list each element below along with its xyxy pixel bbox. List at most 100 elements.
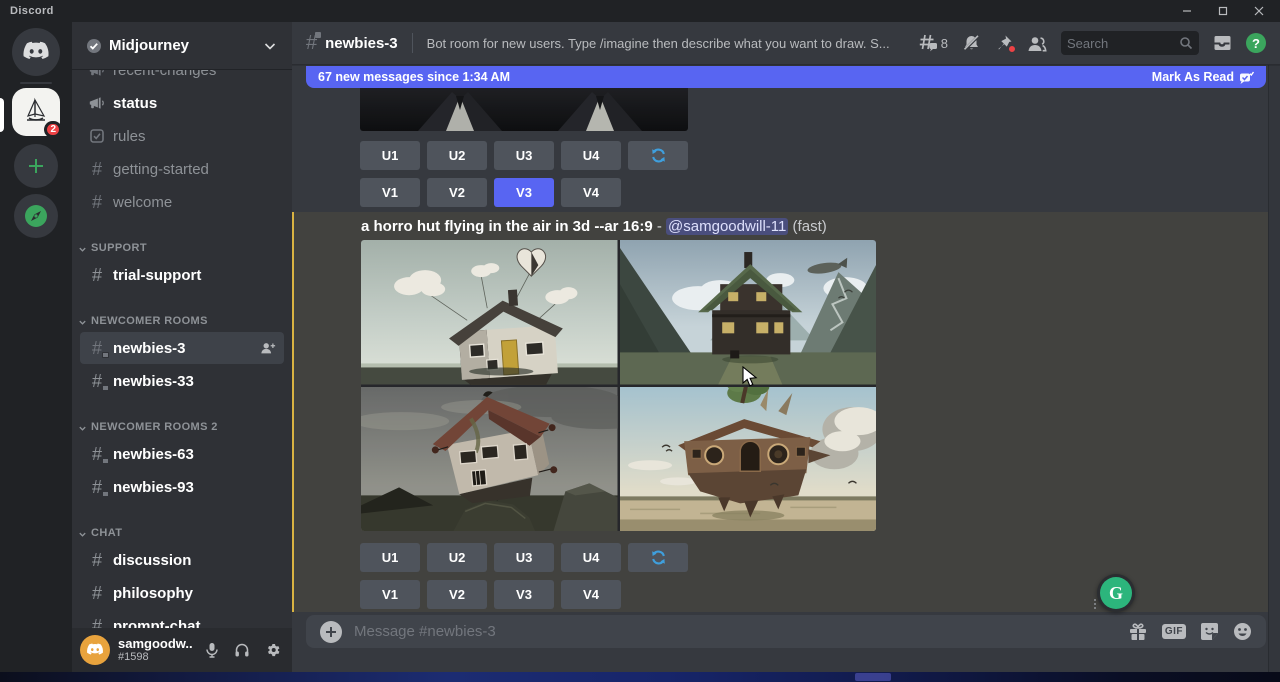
search-placeholder: Search xyxy=(1067,36,1179,51)
channel-label: newbies-63 xyxy=(113,446,276,463)
plus-icon xyxy=(26,156,46,176)
question-mark-icon: ? xyxy=(1252,36,1260,51)
generated-image-2[interactable] xyxy=(620,240,877,385)
channel-topic[interactable]: Bot room for new users. Type /imagine th… xyxy=(427,36,910,51)
reroll-button[interactable] xyxy=(628,141,688,170)
background-window-segment xyxy=(855,673,891,681)
channel-discussion[interactable]: # discussion xyxy=(80,544,284,576)
discord-home-button[interactable] xyxy=(12,28,60,76)
u4-button[interactable]: U4 xyxy=(561,141,621,170)
window-close-button[interactable] xyxy=(1246,2,1272,20)
user-area: samgoodw... #1598 xyxy=(72,628,292,672)
chevron-down-icon xyxy=(78,530,87,539)
v1-button[interactable]: V1 xyxy=(360,580,420,609)
mute-microphone-button[interactable] xyxy=(200,638,224,662)
hash-icon: # xyxy=(88,550,106,571)
user-settings-button[interactable] xyxy=(260,638,284,662)
category-chat[interactable]: CHAT xyxy=(72,519,292,543)
hash-icon: # xyxy=(88,192,106,213)
channel-trial-support[interactable]: # trial-support xyxy=(80,259,284,291)
reroll-button[interactable] xyxy=(628,543,688,572)
hash-badge-icon: # xyxy=(88,477,106,498)
previous-generated-image[interactable] xyxy=(360,88,688,131)
mark-as-read-button[interactable]: Mark As Read xyxy=(1152,70,1254,84)
u3-button[interactable]: U3 xyxy=(494,141,554,170)
emoji-picker-button[interactable] xyxy=(1233,622,1252,641)
v3-button[interactable]: V3 xyxy=(494,580,554,609)
message-content: a horro hut flying in the air in 3d --ar… xyxy=(361,218,827,235)
compass-icon xyxy=(23,203,49,229)
channel-status[interactable]: status xyxy=(80,87,284,119)
generated-image-grid[interactable] xyxy=(361,240,876,531)
server-header[interactable]: Midjourney xyxy=(72,22,292,70)
generation-mode: (fast) xyxy=(788,218,826,235)
grammarly-widget[interactable]: G xyxy=(1097,574,1135,612)
user-mention[interactable]: @samgoodwill-11 xyxy=(666,218,788,235)
v3-button-selected[interactable]: V3 xyxy=(494,178,554,207)
invite-members-icon[interactable] xyxy=(260,341,276,355)
new-messages-banner[interactable]: 67 new messages since 1:34 AM Mark As Re… xyxy=(306,66,1266,88)
category-newcomer-rooms[interactable]: NEWCOMER ROOMS xyxy=(72,307,292,331)
add-server-button[interactable] xyxy=(14,144,58,188)
hash-icon: # xyxy=(88,265,106,286)
pinned-messages-button[interactable] xyxy=(995,34,1013,52)
grammarly-drag-handle[interactable] xyxy=(1094,599,1096,610)
user-avatar[interactable] xyxy=(80,635,110,665)
midjourney-server-button[interactable]: 2 xyxy=(12,88,60,136)
channel-label: newbies-3 xyxy=(113,340,253,357)
message-composer[interactable]: Message #newbies-3 GIF xyxy=(306,615,1266,648)
v4-button[interactable]: V4 xyxy=(561,580,621,609)
search-input[interactable]: Search xyxy=(1061,31,1199,55)
channel-welcome[interactable]: # welcome xyxy=(80,186,284,218)
window-minimize-button[interactable] xyxy=(1174,2,1200,20)
u1-button[interactable]: U1 xyxy=(360,141,420,170)
channel-newbies-3[interactable]: # newbies-3 xyxy=(80,332,284,364)
window-maximize-button[interactable] xyxy=(1210,2,1236,20)
category-support[interactable]: SUPPORT xyxy=(72,234,292,258)
help-button[interactable]: ? xyxy=(1246,33,1266,53)
user-identity[interactable]: samgoodw... #1598 xyxy=(118,637,192,663)
generated-image-4[interactable] xyxy=(620,387,877,532)
v1-button[interactable]: V1 xyxy=(360,178,420,207)
v2-button[interactable]: V2 xyxy=(427,580,487,609)
u2-button[interactable]: U2 xyxy=(427,141,487,170)
channel-prompt-chat[interactable]: # prompt-chat xyxy=(80,610,284,628)
channel-rules[interactable]: rules xyxy=(80,120,284,152)
gif-picker-button[interactable]: GIF xyxy=(1162,624,1186,639)
u2-button[interactable]: U2 xyxy=(427,543,487,572)
hash-icon: # xyxy=(88,583,106,604)
inbox-button[interactable] xyxy=(1213,34,1232,52)
background-window-strip xyxy=(0,672,1280,682)
u1-button[interactable]: U1 xyxy=(360,543,420,572)
plus-icon xyxy=(325,626,337,638)
generated-image-3[interactable] xyxy=(361,387,618,532)
channel-label: newbies-93 xyxy=(113,479,276,496)
explore-servers-button[interactable] xyxy=(14,194,58,238)
refresh-icon xyxy=(650,147,667,164)
channel-philosophy[interactable]: # philosophy xyxy=(80,577,284,609)
category-label: SUPPORT xyxy=(91,242,147,254)
channel-newbies-63[interactable]: # newbies-63 xyxy=(80,438,284,470)
chevron-down-icon xyxy=(78,318,87,327)
channel-list[interactable]: recent-changes status rules # getting-st… xyxy=(72,70,292,628)
channel-recent-changes[interactable]: recent-changes xyxy=(80,70,284,86)
chat-scrollbar[interactable] xyxy=(1268,65,1280,672)
u3-button[interactable]: U3 xyxy=(494,543,554,572)
notification-settings-button[interactable] xyxy=(962,34,981,52)
channel-newbies-93[interactable]: # newbies-93 xyxy=(80,471,284,503)
attach-file-button[interactable] xyxy=(320,621,342,643)
threads-button[interactable]: 8 xyxy=(918,34,948,52)
gift-button[interactable] xyxy=(1128,623,1148,641)
v2-button[interactable]: V2 xyxy=(427,178,487,207)
category-label: CHAT xyxy=(91,527,122,539)
channel-newbies-33[interactable]: # newbies-33 xyxy=(80,365,284,397)
channel-getting-started[interactable]: # getting-started xyxy=(80,153,284,185)
u4-button[interactable]: U4 xyxy=(561,543,621,572)
message-input[interactable]: Message #newbies-3 xyxy=(354,623,1116,640)
deafen-button[interactable] xyxy=(230,638,254,662)
v4-button[interactable]: V4 xyxy=(561,178,621,207)
member-list-button[interactable] xyxy=(1027,35,1047,52)
category-newcomer-rooms-2[interactable]: NEWCOMER ROOMS 2 xyxy=(72,413,292,437)
sticker-picker-button[interactable] xyxy=(1200,622,1219,641)
generated-image-1[interactable] xyxy=(361,240,618,385)
